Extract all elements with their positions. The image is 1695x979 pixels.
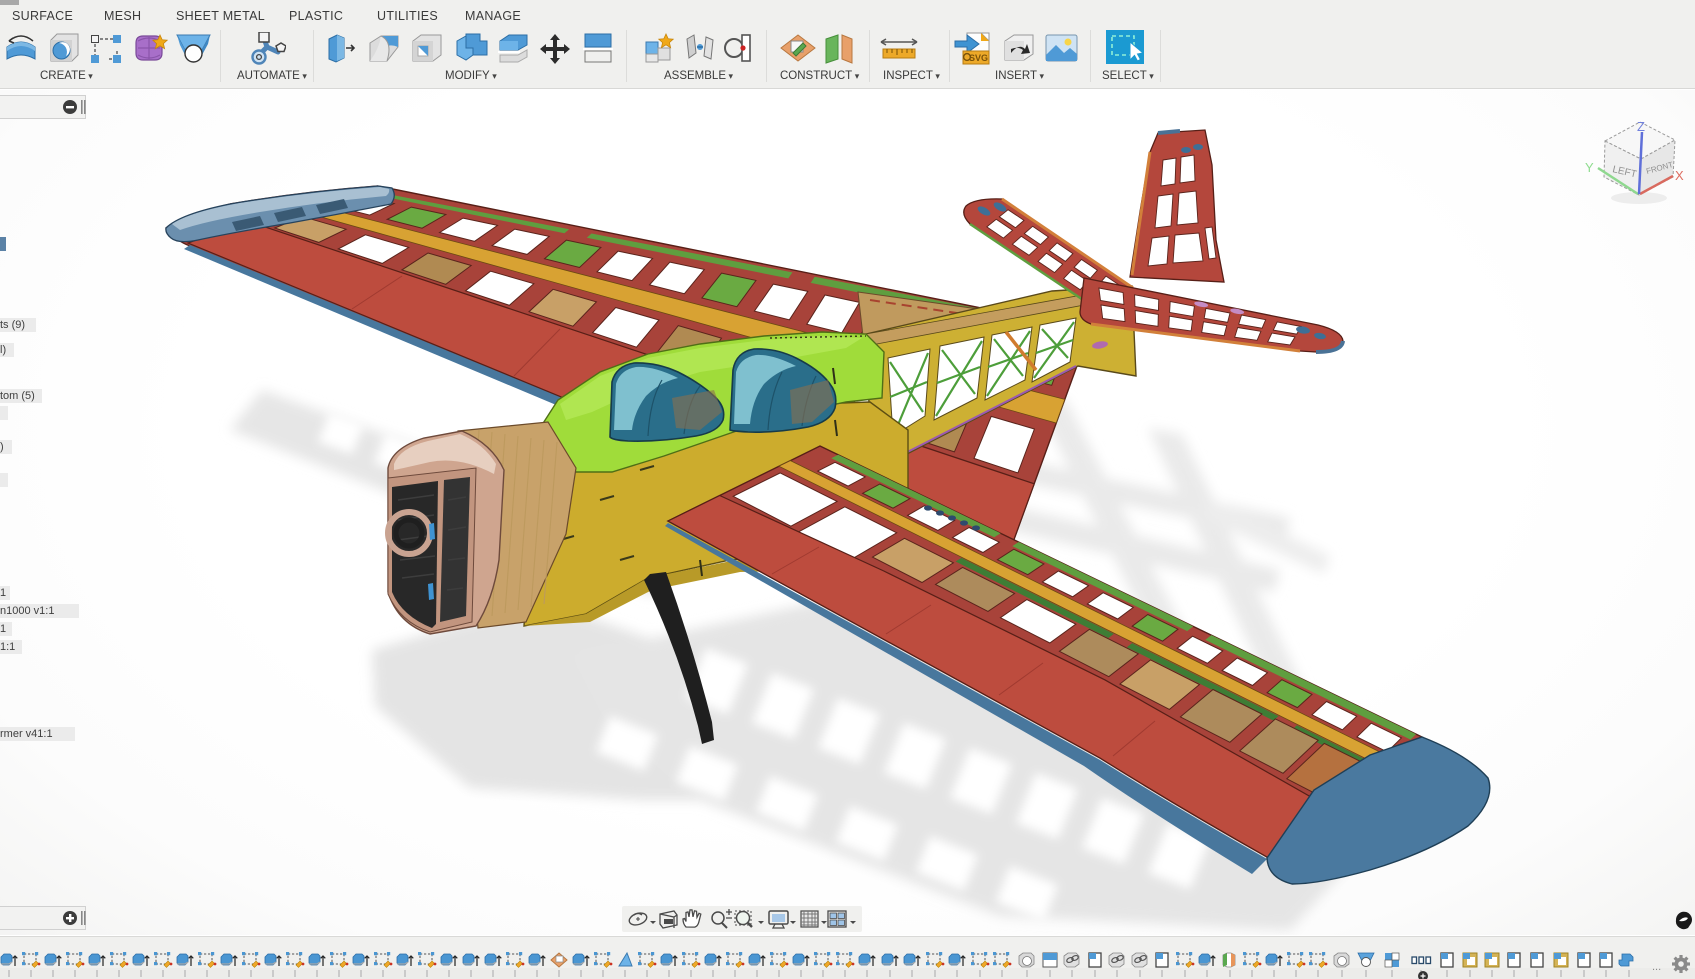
svg-text:Y: Y	[1585, 160, 1594, 175]
svg-text:...: ...	[1652, 961, 1661, 973]
svg-text:X: X	[1675, 168, 1684, 183]
svg-text:Z: Z	[1637, 119, 1645, 134]
svg-text:SVG: SVG	[969, 53, 988, 63]
